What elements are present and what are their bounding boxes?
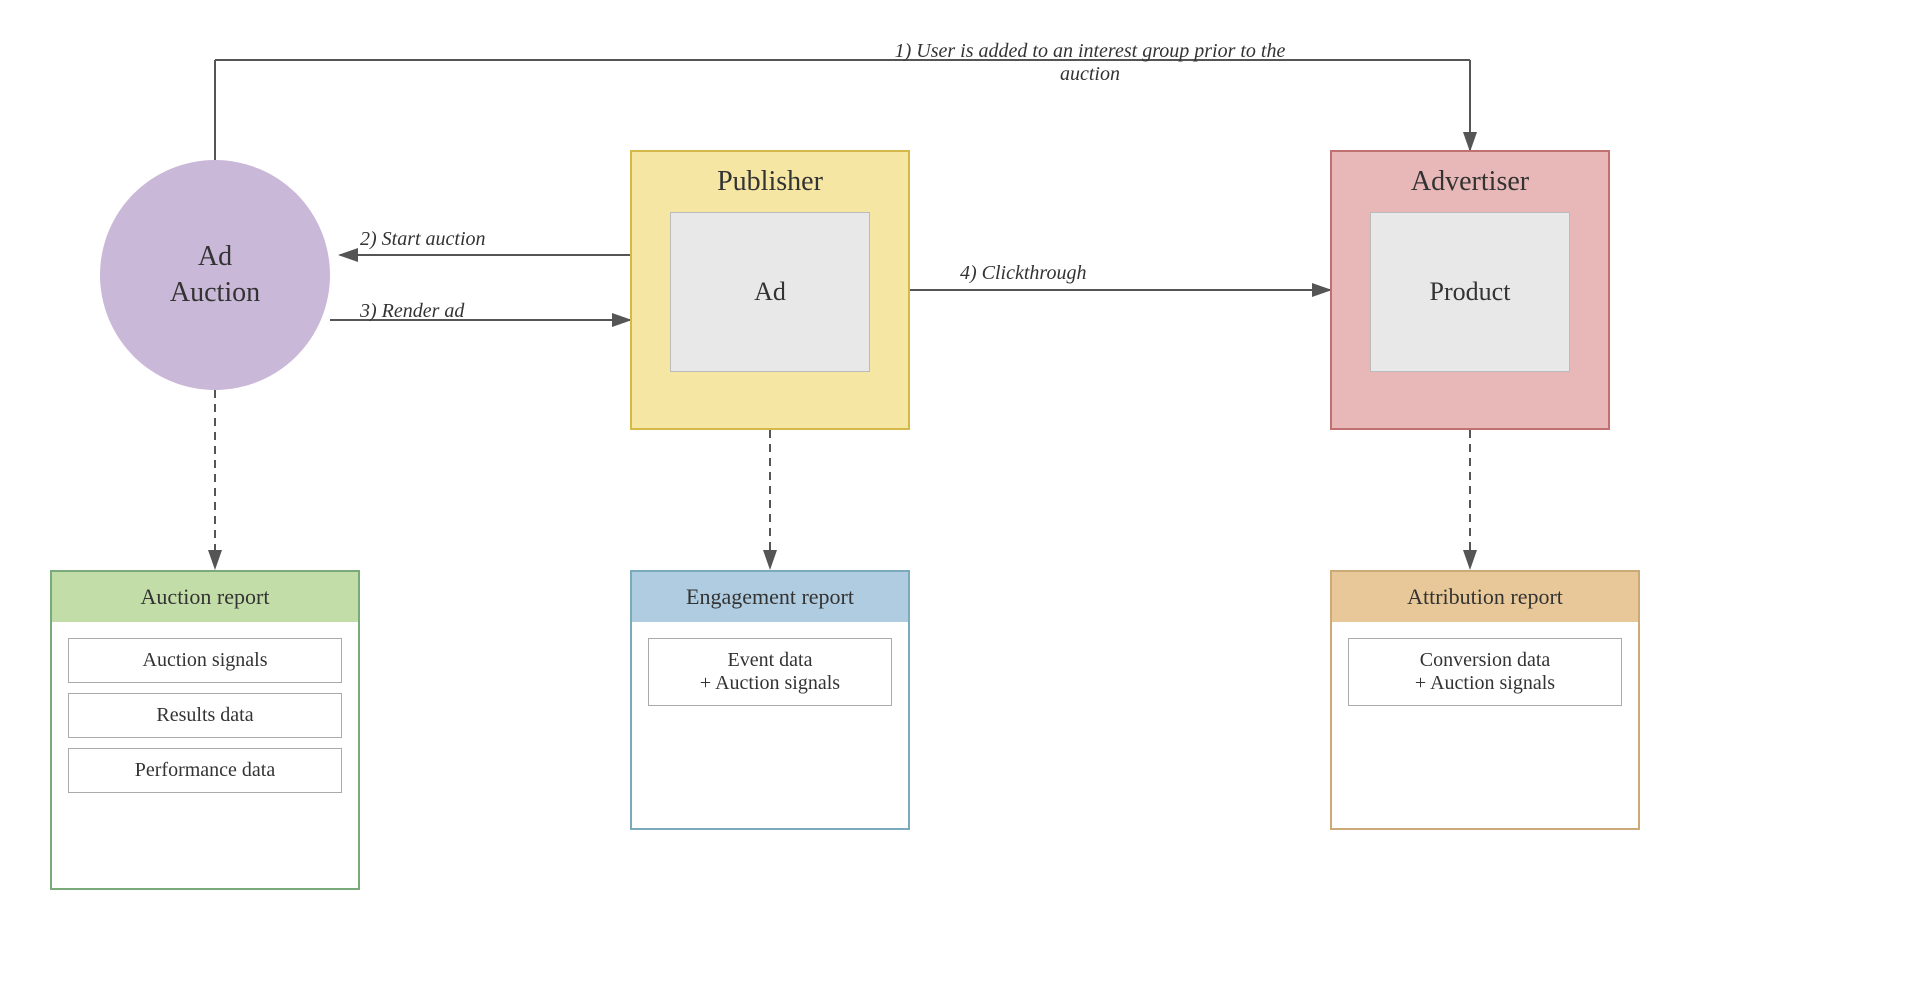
- attribution-report-title: Attribution report: [1332, 572, 1638, 622]
- performance-data-item: Performance data: [68, 748, 342, 793]
- advertiser-title: Advertiser: [1411, 166, 1529, 198]
- engagement-report-box: Engagement report Event data + Auction s…: [630, 570, 910, 830]
- annotation-user-interest: 1) User is added to an interest group pr…: [870, 40, 1310, 86]
- attribution-report-box: Attribution report Conversion data + Auc…: [1330, 570, 1640, 830]
- publisher-node: Publisher Ad: [630, 150, 910, 430]
- ad-auction-label2: Auction: [170, 275, 260, 311]
- annotation-start-auction: 2) Start auction: [360, 228, 486, 251]
- engagement-report-body: Event data + Auction signals: [632, 622, 908, 828]
- results-data-item: Results data: [68, 693, 342, 738]
- event-data-item: Event data + Auction signals: [648, 638, 892, 706]
- annotation-clickthrough: 4) Clickthrough: [960, 262, 1086, 285]
- ad-inner-label: Ad: [754, 277, 786, 307]
- publisher-title: Publisher: [717, 166, 823, 198]
- product-inner-label: Product: [1430, 277, 1511, 307]
- ad-inner-box: Ad: [670, 212, 870, 372]
- engagement-report-title: Engagement report: [632, 572, 908, 622]
- annotation-render-ad: 3) Render ad: [360, 300, 464, 323]
- advertiser-node: Advertiser Product: [1330, 150, 1610, 430]
- auction-signals-item: Auction signals: [68, 638, 342, 683]
- product-inner-box: Product: [1370, 212, 1570, 372]
- auction-report-title: Auction report: [52, 572, 358, 622]
- ad-auction-node: Ad Auction: [100, 160, 330, 390]
- ad-auction-label: Ad: [198, 239, 232, 275]
- auction-report-box: Auction report Auction signals Results d…: [50, 570, 360, 890]
- attribution-report-body: Conversion data + Auction signals: [1332, 622, 1638, 828]
- diagram-container: Ad Auction Publisher Ad Advertiser Produ…: [0, 0, 1908, 988]
- conversion-data-item: Conversion data + Auction signals: [1348, 638, 1622, 706]
- auction-report-body: Auction signals Results data Performance…: [52, 622, 358, 888]
